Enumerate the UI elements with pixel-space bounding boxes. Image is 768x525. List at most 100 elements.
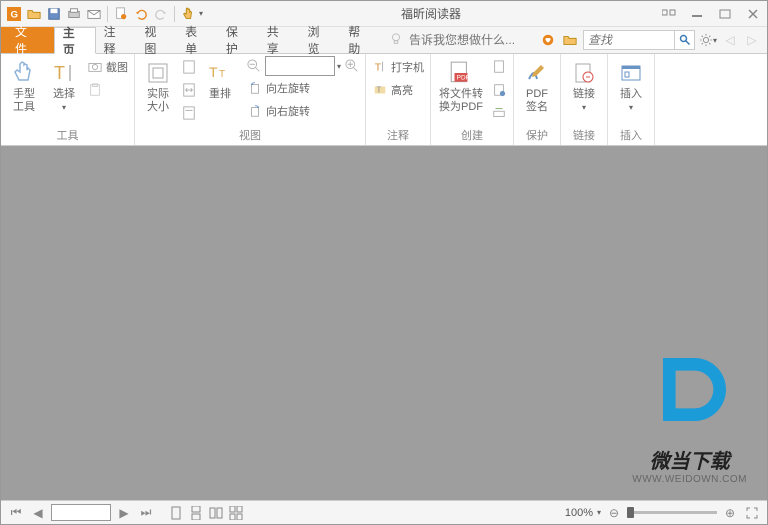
rotate-left-icon (247, 80, 263, 96)
new-doc-icon[interactable] (112, 5, 130, 23)
hand-tool-label: 手型 工具 (13, 88, 35, 114)
insert-button[interactable]: 插入▾ (612, 56, 650, 114)
search-input[interactable] (584, 33, 674, 47)
restore-icon[interactable] (659, 6, 679, 22)
typewriter-icon: T (372, 59, 388, 75)
fit-width-button[interactable] (179, 79, 199, 101)
redo-icon[interactable] (152, 5, 170, 23)
convert-pdf-button[interactable]: PDF 将文件转 换为PDF (435, 56, 487, 114)
typewriter-label: 打字机 (391, 59, 424, 75)
first-page-icon[interactable]: ⏮ (7, 504, 25, 522)
highlight-button[interactable]: T 高亮 (370, 79, 426, 101)
tab-form[interactable]: 表单 (177, 27, 218, 53)
nav-prev-icon[interactable]: ◁ (721, 31, 739, 49)
zoom-dropdown-icon[interactable]: ▾ (597, 508, 601, 517)
tell-me-input[interactable] (409, 33, 539, 47)
facing-icon[interactable] (207, 504, 225, 522)
zoom-slider[interactable] (627, 511, 717, 514)
window-controls (659, 6, 763, 22)
rotate-left-button[interactable]: 向左旋转 (245, 77, 361, 99)
undo-icon[interactable] (132, 5, 150, 23)
open-icon[interactable] (25, 5, 43, 23)
folder-search-icon[interactable] (561, 31, 579, 49)
hand-pointer-icon[interactable] (179, 5, 197, 23)
actual-size-button[interactable]: 实际 大小 (139, 56, 177, 114)
snapshot-button[interactable]: 截图 (85, 56, 130, 78)
email-icon[interactable] (85, 5, 103, 23)
tab-comment[interactable]: 注释 (96, 27, 137, 53)
rotate-right-label: 向右旋转 (266, 103, 310, 119)
select-button[interactable]: T 选择▾ (45, 56, 83, 114)
watermark-text: 微当下载 (632, 445, 747, 474)
zoom-in-button[interactable] (343, 57, 361, 75)
zoom-in-icon[interactable]: ⊕ (721, 504, 739, 522)
from-clipboard-button[interactable] (489, 79, 509, 101)
blank-pdf-button[interactable] (489, 56, 509, 78)
svg-text:T: T (54, 63, 65, 83)
group-label-insert: 插入 (612, 125, 650, 145)
reflow-label: 重排 (209, 88, 231, 101)
fullscreen-icon[interactable] (743, 504, 761, 522)
zoom-out-icon[interactable]: ⊖ (605, 504, 623, 522)
prev-page-icon[interactable]: ◀ (29, 504, 47, 522)
tab-home[interactable]: 主页 (54, 27, 96, 54)
from-scanner-button[interactable] (489, 102, 509, 124)
link-button[interactable]: 链接▾ (565, 56, 603, 114)
watermark: 微当下载 WWW.WEIDOWN.COM (632, 349, 747, 485)
typewriter-button[interactable]: T 打字机 (370, 56, 426, 78)
tab-view[interactable]: 视图 (136, 27, 177, 53)
qat-separator (174, 6, 175, 22)
ribbon: 手型 工具 T 选择▾ 截图 工具 实际 大小 (1, 54, 767, 146)
nav-next-icon[interactable]: ▷ (743, 31, 761, 49)
continuous-icon[interactable] (187, 504, 205, 522)
gear-icon[interactable]: ▾ (699, 31, 717, 49)
zoom-dropdown-icon[interactable]: ▾ (337, 62, 341, 71)
statusbar: ⏮ ◀ ▶ ⏭ 100% ▾ ⊖ ⊕ (1, 500, 767, 524)
snapshot-label: 截图 (106, 59, 128, 75)
tab-browse[interactable]: 浏览 (299, 27, 340, 53)
fit-visible-icon (181, 105, 197, 121)
single-page-icon[interactable] (167, 504, 185, 522)
reflow-icon: TT (207, 60, 233, 86)
watermark-logo-icon (645, 349, 735, 439)
maximize-icon[interactable] (715, 6, 735, 22)
svg-text:PDF: PDF (457, 75, 470, 82)
highlight-label: 高亮 (391, 82, 413, 98)
pdf-sign-button[interactable]: PDF 签名 (518, 56, 556, 114)
minimize-icon[interactable] (687, 6, 707, 22)
hand-tool-button[interactable]: 手型 工具 (5, 56, 43, 114)
main-tabs: 文件 主页 注释 视图 表单 保护 共享 浏览 帮助 ▾ ◁ ▷ (1, 27, 767, 54)
convert-pdf-icon: PDF (448, 60, 474, 86)
next-page-icon[interactable]: ▶ (115, 504, 133, 522)
zoom-out-button[interactable] (245, 57, 263, 75)
tab-share[interactable]: 共享 (259, 27, 300, 53)
link-label: 链接 (573, 88, 595, 100)
clipboard-button[interactable] (85, 79, 130, 101)
tab-help[interactable]: 帮助 (340, 27, 381, 53)
continuous-facing-icon[interactable] (227, 504, 245, 522)
group-label-create: 创建 (435, 125, 509, 145)
last-page-icon[interactable]: ⏭ (137, 504, 155, 522)
svg-text:T: T (375, 62, 382, 74)
rotate-right-button[interactable]: 向右旋转 (245, 100, 361, 122)
page-number-input[interactable] (51, 504, 111, 521)
heart-icon[interactable] (539, 31, 557, 49)
save-icon[interactable] (45, 5, 63, 23)
reflow-button[interactable]: TT 重排 (201, 56, 239, 101)
tell-me-area (389, 27, 539, 53)
fit-visible-button[interactable] (179, 102, 199, 124)
fit-page-button[interactable] (179, 56, 199, 78)
zoom-slider-thumb[interactable] (627, 507, 634, 518)
actual-size-label: 实际 大小 (147, 88, 169, 114)
app-icon[interactable]: G (5, 5, 23, 23)
tab-file[interactable]: 文件 (1, 27, 54, 53)
close-icon[interactable] (743, 6, 763, 22)
ribbon-group-view: 实际 大小 TT 重排 ▾ 向左旋转 (135, 54, 366, 145)
zoom-input[interactable] (265, 56, 335, 76)
print-icon[interactable] (65, 5, 83, 23)
search-button[interactable] (674, 31, 694, 49)
document-canvas[interactable]: 微当下载 WWW.WEIDOWN.COM (1, 146, 767, 500)
tab-protect[interactable]: 保护 (218, 27, 259, 53)
sign-icon (524, 60, 550, 86)
link-icon (571, 60, 597, 86)
